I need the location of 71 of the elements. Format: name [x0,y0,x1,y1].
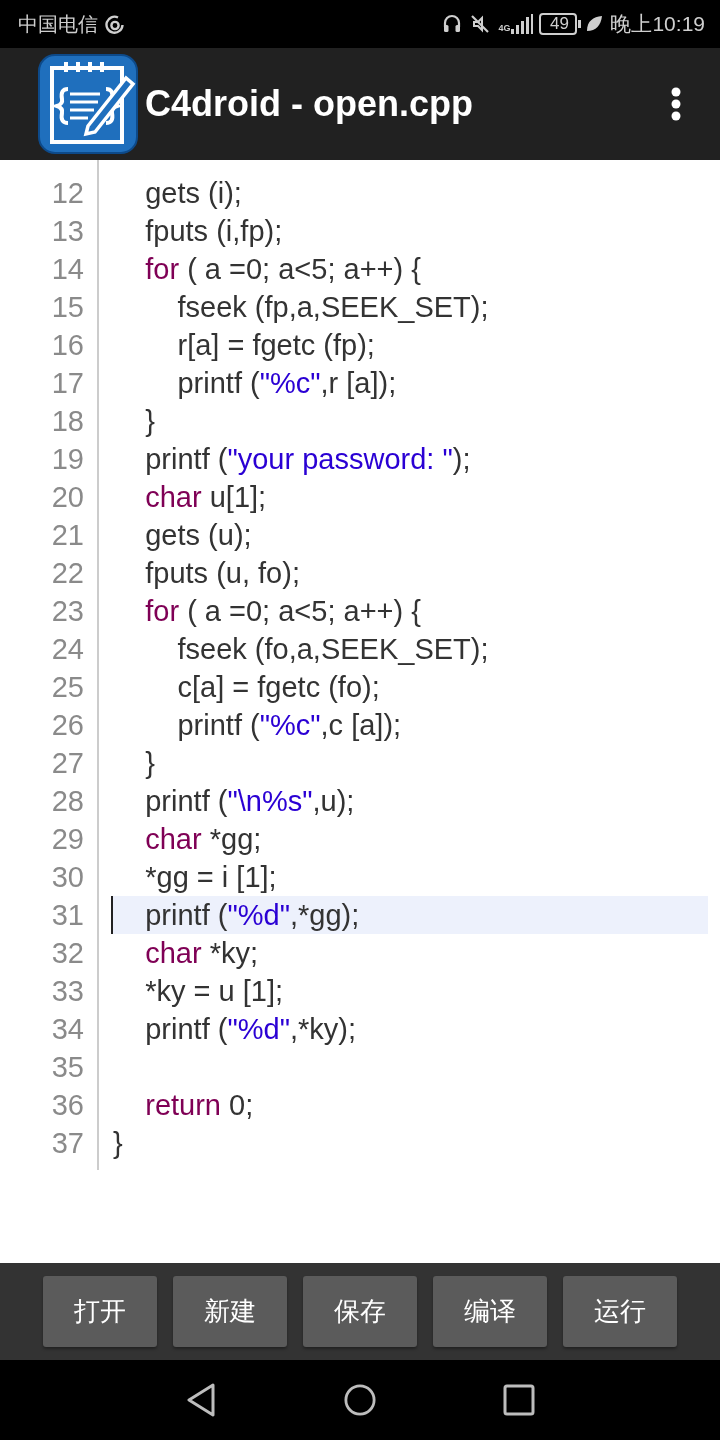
line-number: 17 [51,367,84,399]
line-number: 26 [51,709,84,741]
line-number: 24 [51,633,84,665]
home-icon[interactable] [344,1383,376,1417]
toolbar-button[interactable]: 新建 [173,1276,287,1347]
code-line: *ky = u [1]; [145,975,284,1007]
line-number: 18 [51,405,84,437]
code-line: char *gg; [145,823,262,855]
recents-icon[interactable] [503,1383,535,1417]
back-icon[interactable] [185,1383,217,1417]
notebook-pencil-icon [38,54,138,154]
code-line: printf ("%d",*gg); [145,899,360,931]
code-line: } [113,1127,123,1159]
line-number: 25 [51,671,84,703]
line-number: 22 [51,557,84,589]
network-type: 4G [498,23,511,33]
code-line: char u[1]; [145,481,267,513]
line-number: 27 [51,747,84,779]
code-line: c[a] = fgetc (fo); [177,671,380,703]
code-line: fseek (fp,a,SEEK_SET); [177,291,489,323]
line-number: 20 [51,481,84,513]
leaf-icon [585,15,604,33]
line-number: 35 [51,1051,84,1083]
code-line: printf ("%c",r [a]); [177,367,397,399]
line-number: 13 [51,215,84,247]
line-number: 37 [51,1127,84,1159]
mute-icon [470,14,491,34]
code-line: *gg = i [1]; [145,861,277,893]
code-line: r[a] = fgetc (fp); [177,329,375,361]
code-line: for ( a =0; a<5; a++) { [145,253,421,285]
code-line: printf ("%c",c [a]); [177,709,402,741]
code-line: printf ("\n%s",u); [145,785,355,817]
code-line: return 0; [145,1089,254,1121]
app-title: C4droid - open.cpp [145,83,473,125]
line-number: 32 [51,937,84,969]
code-line: gets (i); [145,177,242,209]
spiral-icon [105,14,125,34]
toolbar-button[interactable]: 编译 [433,1276,547,1347]
toolbar-button[interactable]: 运行 [563,1276,677,1347]
toolbar-button[interactable]: 保存 [303,1276,417,1347]
code-line: gets (u); [145,519,252,551]
signal-bars-icon [511,14,534,34]
code-line: } [145,405,155,437]
headphones-icon [443,14,462,34]
line-number: 29 [51,823,84,855]
line-number: 28 [51,785,84,817]
line-number: 23 [51,595,84,627]
line-number: 15 [51,291,84,323]
line-number: 36 [51,1089,84,1121]
code-line: for ( a =0; a<5; a++) { [145,595,421,627]
code-line: fseek (fo,a,SEEK_SET); [177,633,489,665]
code-line: printf ("%d",*ky); [145,1013,356,1045]
carrier-name: 中国电信 [18,12,98,36]
line-number: 30 [51,861,84,893]
clock-time: 晚上10:19 [610,12,705,36]
line-number: 16 [51,329,84,361]
code-line: fputs (u, fo); [145,557,300,589]
line-number: 21 [51,519,84,551]
line-number: 12 [51,177,84,209]
code-line: printf ("your password: "); [145,443,471,475]
line-number: 14 [51,253,84,285]
line-number: 19 [51,443,84,475]
battery-indicator: 49 [539,13,582,35]
line-number: 31 [51,899,84,931]
line-number: 34 [51,1013,84,1045]
code-line: char *ky; [145,937,259,969]
toolbar-button[interactable]: 打开 [43,1276,157,1347]
more-options-icon[interactable] [671,87,681,121]
code-line: fputs (i,fp); [145,215,283,247]
code-line: } [145,747,155,779]
line-number: 33 [51,975,84,1007]
